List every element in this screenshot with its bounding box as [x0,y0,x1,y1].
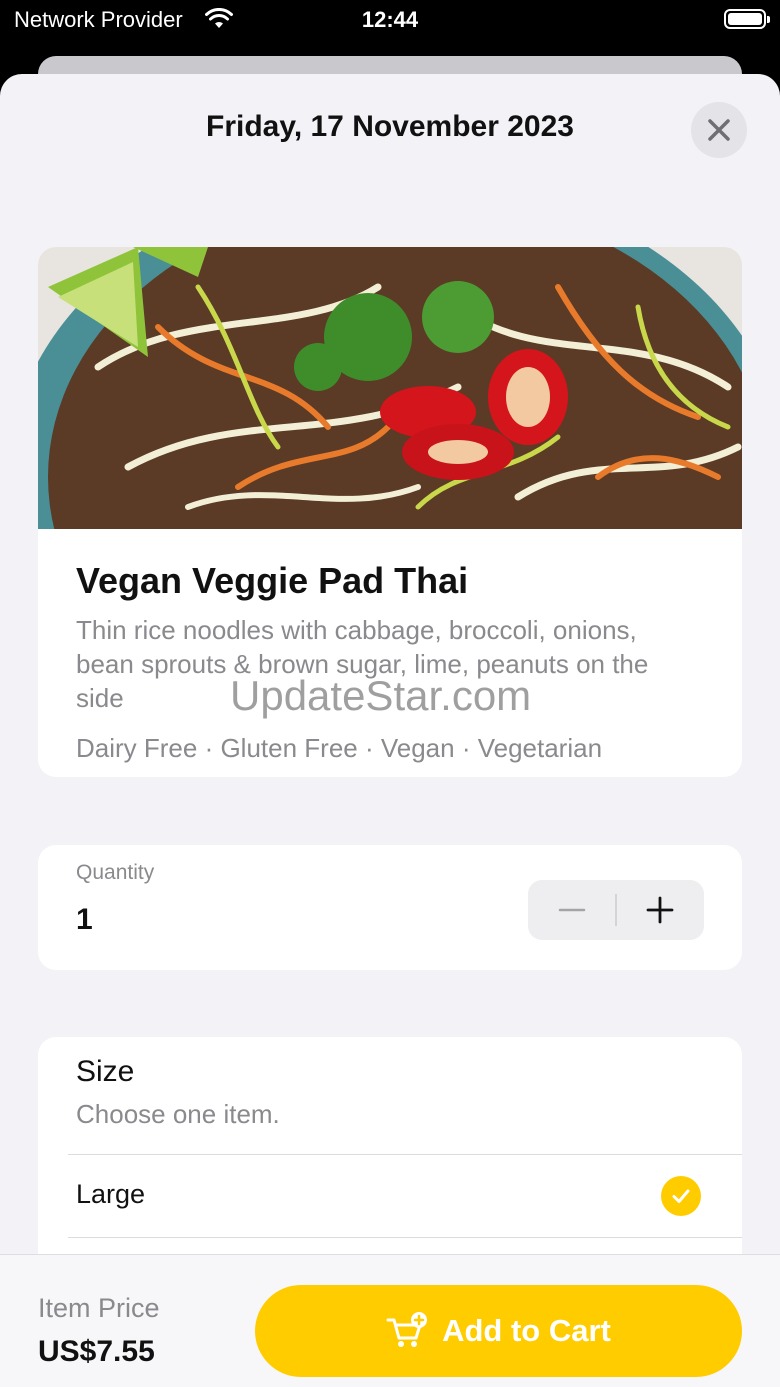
size-title: Size [76,1055,135,1088]
minus-icon [558,908,586,912]
item-detail-sheet: Friday, 17 November 2023 Vegan Veggie Pa… [0,74,780,1387]
battery-icon [724,9,770,29]
quantity-label: Quantity [76,861,155,884]
quantity-card: Quantity 1 [38,845,742,970]
dietary-tags: Dairy Free · Gluten Free · Vegan · Veget… [76,733,603,763]
food-image [38,247,742,529]
item-price-label: Item Price [38,1293,160,1323]
sheet-title: Friday, 17 November 2023 [206,110,574,143]
food-description: Thin rice noodles with cabbage, broccoli… [76,615,649,713]
decrement-button[interactable] [528,880,616,940]
divider [68,1237,742,1238]
food-name: Vegan Veggie Pad Thai [76,560,469,601]
add-to-cart-label: Add to Cart [442,1313,611,1348]
status-bar: Network Provider 12:44 [0,0,780,44]
checkout-bar: Item Price US$7.55 Add to Cart [0,1254,780,1387]
item-price-value: US$7.55 [38,1335,155,1368]
size-subtitle: Choose one item. [76,1099,280,1129]
quantity-stepper[interactable] [528,880,704,940]
add-to-cart-button[interactable]: Add to Cart [255,1285,742,1377]
close-button[interactable] [691,102,747,158]
food-card: Vegan Veggie Pad Thai Thin rice noodles … [38,247,742,777]
quantity-value: 1 [76,903,93,936]
checkmark-icon [661,1176,701,1216]
cart-add-icon [386,1312,428,1347]
clock: 12:44 [361,7,419,32]
size-option-label: Large [76,1179,146,1209]
close-icon [708,119,730,141]
increment-button[interactable] [616,880,704,940]
plus-icon [646,896,674,924]
size-option-large[interactable]: Large [38,1155,742,1237]
